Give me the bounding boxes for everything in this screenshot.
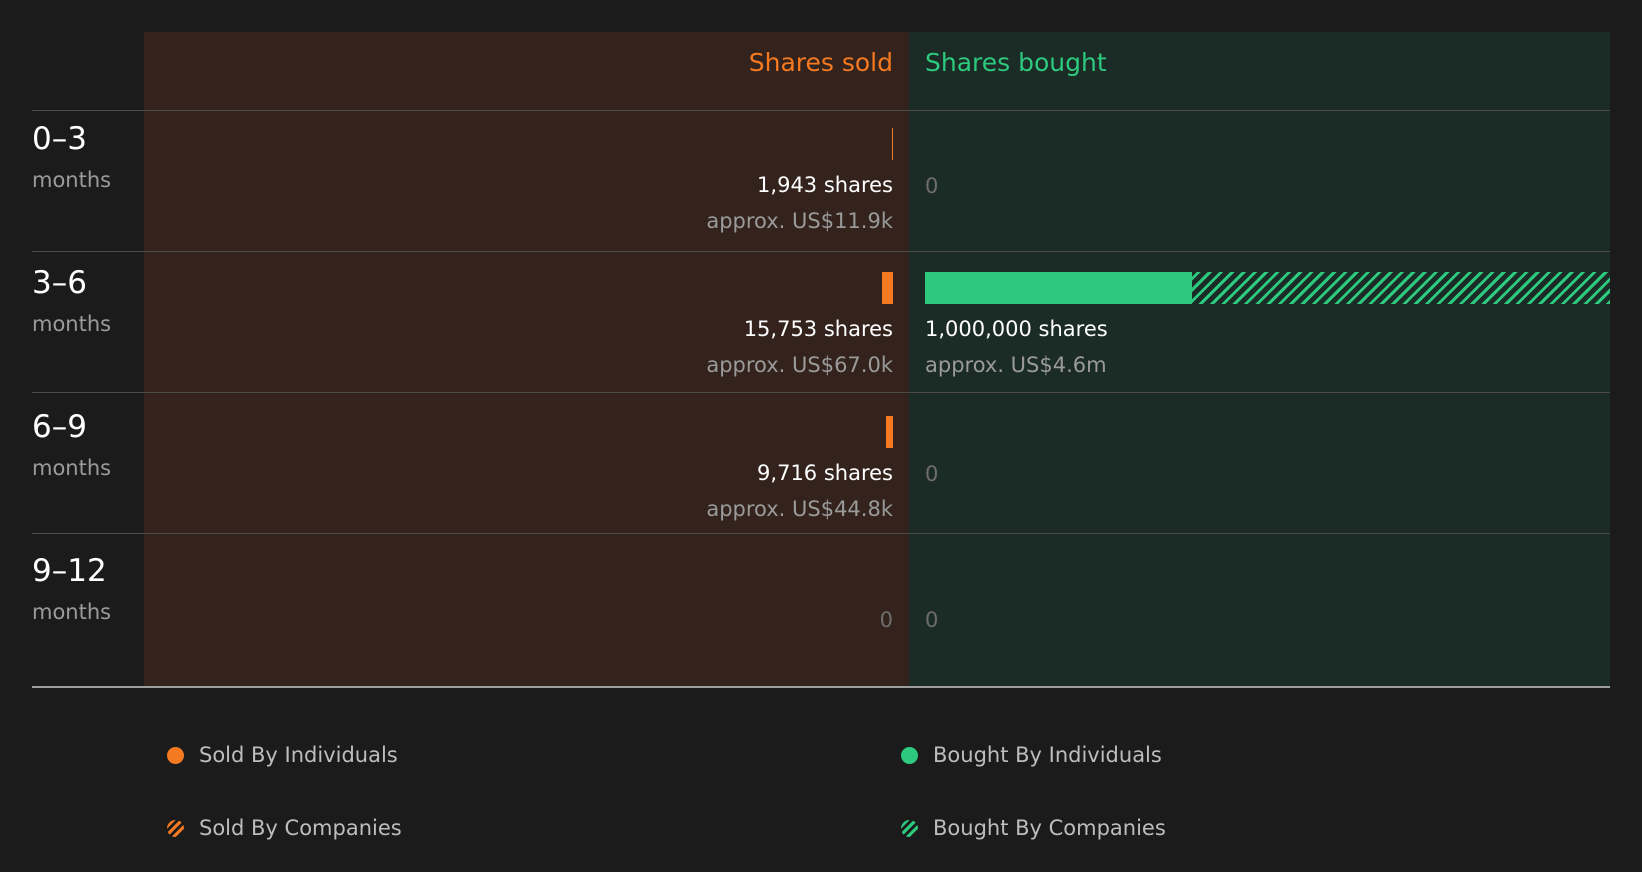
row-divider (32, 392, 1610, 393)
sold-shares-label: 1,943 shares (757, 173, 893, 197)
period-unit: months (32, 456, 112, 480)
sold-bar (892, 128, 893, 160)
sold-value-label: approx. US$11.9k (706, 209, 893, 233)
legend-label: Sold By Companies (199, 816, 402, 840)
orange-dot-icon (167, 746, 184, 764)
sold-shares-label: 15,753 shares (743, 317, 893, 341)
sold-bar (882, 272, 893, 304)
period-unit: months (32, 600, 112, 624)
sold-value-label: approx. US$44.8k (706, 497, 893, 521)
sold-shares-label: 9,716 shares (757, 461, 893, 485)
sold-shares-label: 0 (879, 608, 893, 632)
legend-sold-individuals: Sold By Individuals (167, 741, 398, 769)
bought-individuals-bar (925, 272, 1192, 304)
bought-shares-label: 1,000,000 shares (925, 317, 1108, 341)
period-label: 6–9 (32, 409, 87, 445)
period-label: 0–3 (32, 121, 87, 157)
row-divider (32, 251, 1610, 252)
legend-sold-companies: Sold By Companies (167, 814, 402, 842)
green-dot-icon (901, 746, 918, 764)
legend-label: Bought By Individuals (933, 743, 1162, 767)
bought-shares-label: 0 (925, 174, 939, 198)
period-label: 9–12 (32, 553, 107, 589)
orange-hatched-dot-icon (167, 819, 184, 837)
shares-bought-header: Shares bought (925, 48, 1107, 77)
period-label: 3–6 (32, 265, 87, 301)
bought-companies-bar (1192, 272, 1610, 304)
sold-value-label: approx. US$67.0k (706, 353, 893, 377)
row-divider (32, 533, 1610, 534)
legend-label: Bought By Companies (933, 816, 1166, 840)
period-unit: months (32, 168, 112, 192)
sold-bar (886, 416, 893, 448)
bought-shares-label: 0 (925, 608, 939, 632)
shares-sold-header: Shares sold (748, 48, 893, 77)
period-unit: months (32, 312, 112, 336)
legend-bought-companies: Bought By Companies (901, 814, 1166, 842)
legend-label: Sold By Individuals (199, 743, 398, 767)
chart-baseline (32, 686, 1610, 688)
row-divider (32, 110, 1610, 111)
green-hatched-dot-icon (901, 819, 918, 837)
legend-bought-individuals: Bought By Individuals (901, 741, 1162, 769)
bought-value-label: approx. US$4.6m (925, 353, 1107, 377)
bought-shares-label: 0 (925, 462, 939, 486)
